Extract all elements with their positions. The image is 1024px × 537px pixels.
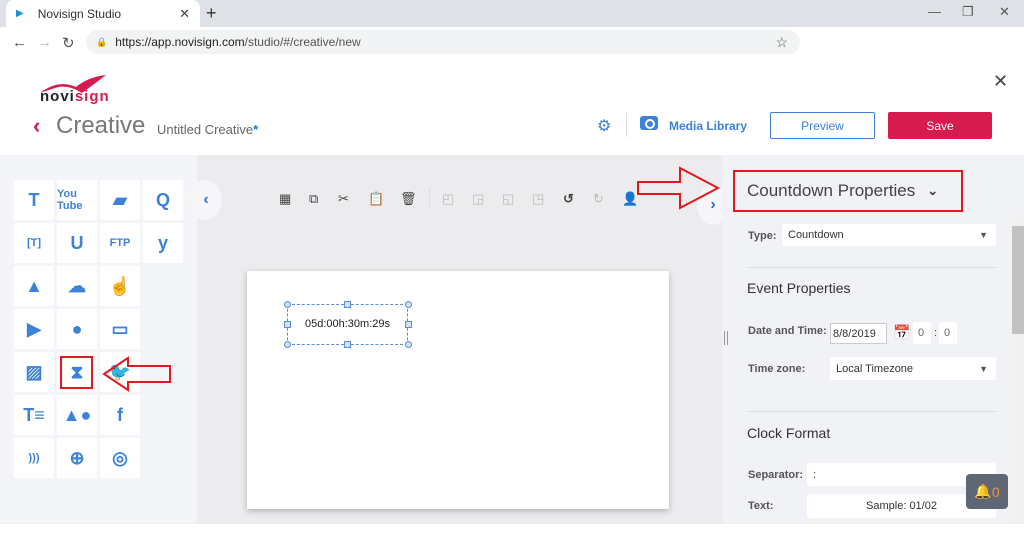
annotation-arrow-left bbox=[102, 356, 171, 392]
countdown-tool-highlight bbox=[60, 356, 93, 389]
annotation-arrow-right bbox=[637, 166, 721, 210]
annotation-overlay bbox=[60, 166, 721, 392]
